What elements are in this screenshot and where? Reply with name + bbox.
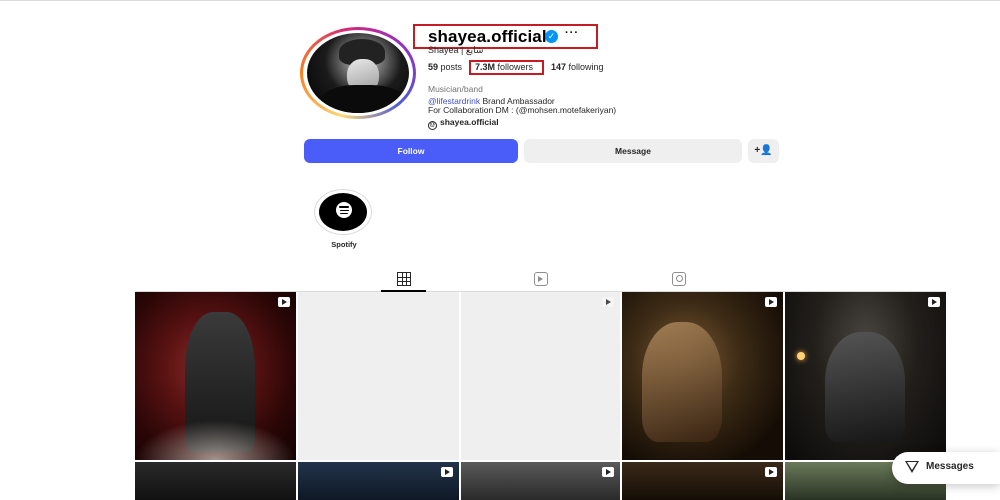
avatar-inner: [303, 30, 413, 116]
post-tile[interactable]: [622, 462, 783, 500]
post-tile[interactable]: [135, 462, 296, 500]
reel-icon: [765, 297, 777, 307]
post-tile-loading[interactable]: [298, 292, 459, 460]
post-tile[interactable]: [298, 462, 459, 500]
avatar-coat: [321, 85, 405, 113]
threads-link[interactable]: @ shayea.official: [428, 117, 499, 130]
reels-icon[interactable]: [534, 272, 548, 286]
post-tile[interactable]: [135, 292, 296, 460]
profile-username: shayea.official: [428, 27, 547, 46]
followers-annotation-box: [469, 60, 544, 75]
reel-icon: [602, 297, 614, 307]
ellipsis-icon[interactable]: ···: [565, 27, 579, 39]
post-tile[interactable]: [461, 462, 620, 500]
following-count: 147: [551, 62, 567, 72]
posts-count: 59: [428, 62, 439, 72]
follow-button[interactable]: Follow: [304, 139, 518, 163]
bio-line-2: For Collaboration DM : (@mohsen.motefake…: [428, 105, 617, 115]
post-figure: [825, 332, 905, 442]
threads-icon: @: [428, 121, 437, 130]
post-light: [797, 352, 805, 360]
stat-posts: 59 posts: [428, 62, 462, 72]
reel-icon: [278, 297, 290, 307]
send-icon: [905, 461, 919, 473]
highlight-label: Spotify: [331, 240, 357, 249]
reel-icon: [928, 297, 940, 307]
post-stage-light: [135, 420, 296, 460]
reel-icon: [602, 467, 614, 477]
post-figure: [642, 322, 722, 442]
highlight-cover: [319, 193, 367, 231]
highlight-spotify[interactable]: [314, 189, 372, 235]
following-label: following: [568, 62, 604, 72]
grid-icon[interactable]: [397, 272, 411, 286]
verified-badge-icon: ✓: [545, 30, 558, 43]
profile-full-name: Shayea | شایع: [428, 45, 484, 55]
post-tile[interactable]: [622, 292, 783, 460]
threads-handle: shayea.official: [440, 117, 499, 127]
posts-label: posts: [440, 62, 463, 72]
tagged-icon[interactable]: [672, 272, 686, 286]
reel-icon: [441, 467, 453, 477]
profile-category: Musician/band: [428, 84, 483, 94]
message-button[interactable]: Message: [524, 139, 742, 163]
spotify-icon: [336, 202, 352, 218]
avatar-photo: [307, 33, 409, 113]
profile-avatar[interactable]: [300, 27, 416, 119]
messages-button[interactable]: Messages: [892, 452, 1000, 484]
messages-label: Messages: [926, 461, 974, 472]
add-person-icon[interactable]: +👤: [748, 139, 779, 163]
reel-icon: [765, 467, 777, 477]
post-tile[interactable]: [785, 292, 946, 460]
stat-following[interactable]: 147 following: [551, 62, 604, 72]
post-tile-loading[interactable]: [461, 292, 620, 460]
top-divider: [0, 0, 1000, 1]
